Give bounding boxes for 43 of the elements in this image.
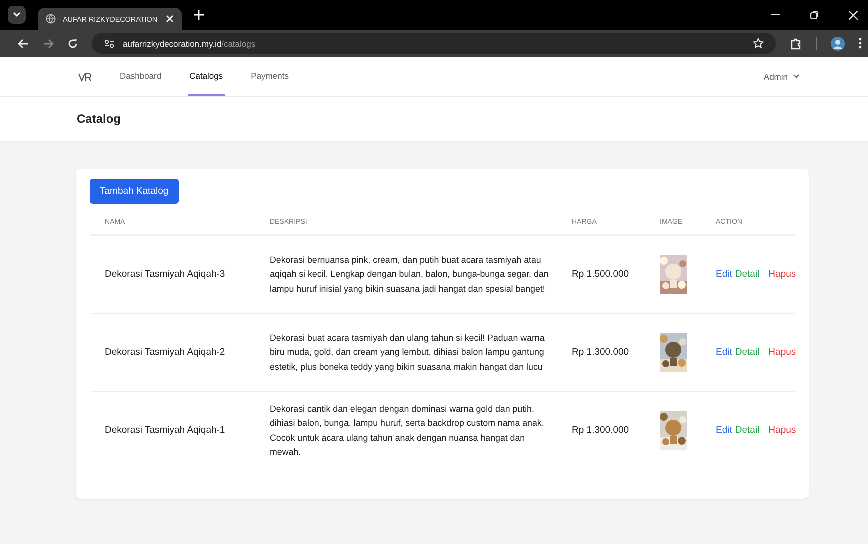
nav-link[interactable]: Payments <box>249 57 291 96</box>
restore-icon[interactable] <box>810 10 819 20</box>
address-field[interactable]: aufarrizkydecoration.my.id/catalogs <box>92 33 776 54</box>
chevron-down-icon <box>793 74 800 79</box>
forward-icon[interactable] <box>43 38 54 48</box>
table-cell: Rp 1.500.000 <box>557 235 645 314</box>
table-cell: Rp 1.300.000 <box>557 314 645 392</box>
user-menu[interactable]: Admin <box>764 72 800 82</box>
logo-icon[interactable] <box>78 72 92 82</box>
delete-link[interactable]: Hapus <box>768 425 796 436</box>
more-icon[interactable] <box>859 38 862 49</box>
add-catalog-button[interactable]: Tambah Katalog <box>90 179 179 204</box>
edit-link[interactable]: Edit <box>716 269 732 280</box>
table-cell: Dekorasi Tasmiyah Aqiqah-2 <box>90 314 255 392</box>
close-icon[interactable] <box>166 15 174 23</box>
close-icon[interactable] <box>849 10 858 20</box>
table-cell: Dekorasi bernuansa pink, cream, dan putih buat acara tasmiyah atau aqiqah si kecil. Lengkap dengan bulan, balon, bunga-bunga segar, dan lampu huruf inisial yang bikin suasana jadi hangat dan spesial banget! <box>255 235 557 314</box>
detail-link[interactable]: Detail <box>735 269 760 280</box>
minimize-icon[interactable] <box>771 14 780 16</box>
star-icon[interactable] <box>753 38 764 49</box>
url-text: aufarrizkydecoration.my.id/catalogs <box>123 38 256 48</box>
new-tab-icon[interactable] <box>194 10 204 20</box>
edit-link[interactable]: Edit <box>716 347 732 358</box>
extensions-icon[interactable] <box>790 38 802 50</box>
site-settings-icon[interactable] <box>104 38 115 48</box>
table-cell: Dekorasi buat acara tasmiyah dan ulang tahun si kecil! Paduan warna biru muda, gold, dan cream yang lembut, dihiasi balon lampu gantung estetik, plus boneka teddy yang bikin suasana makin hangat dan lucu <box>255 314 557 392</box>
detail-link[interactable]: Detail <box>735 425 760 436</box>
profile-avatar-icon[interactable] <box>831 36 845 50</box>
globe-icon <box>46 14 56 24</box>
delete-link[interactable]: Hapus <box>768 269 796 280</box>
delete-link[interactable]: Hapus <box>768 347 796 358</box>
detail-link[interactable]: Detail <box>735 347 760 358</box>
edit-link[interactable]: Edit <box>716 425 732 436</box>
table-cell: Rp 1.300.000 <box>557 392 645 469</box>
page-title: Catalog <box>77 112 122 126</box>
reload-icon[interactable] <box>68 38 78 48</box>
nav-link[interactable]: Dashboard <box>118 57 164 96</box>
table-cell: Dekorasi cantik dan elegan dengan dominasi warna gold dan putih, dihiasi balon, bunga, lampu huruf, serta backdrop custom nama anak. Cocok untuk acara ulang tahun anak dengan nuansa hangat dan mewah. <box>255 392 557 469</box>
tab-list-button[interactable] <box>8 6 26 24</box>
back-icon[interactable] <box>18 38 29 48</box>
chevron-down-icon <box>13 12 21 18</box>
table-cell: Dekorasi Tasmiyah Aqiqah-1 <box>90 392 255 469</box>
table-cell: Dekorasi Tasmiyah Aqiqah-3 <box>90 235 255 314</box>
